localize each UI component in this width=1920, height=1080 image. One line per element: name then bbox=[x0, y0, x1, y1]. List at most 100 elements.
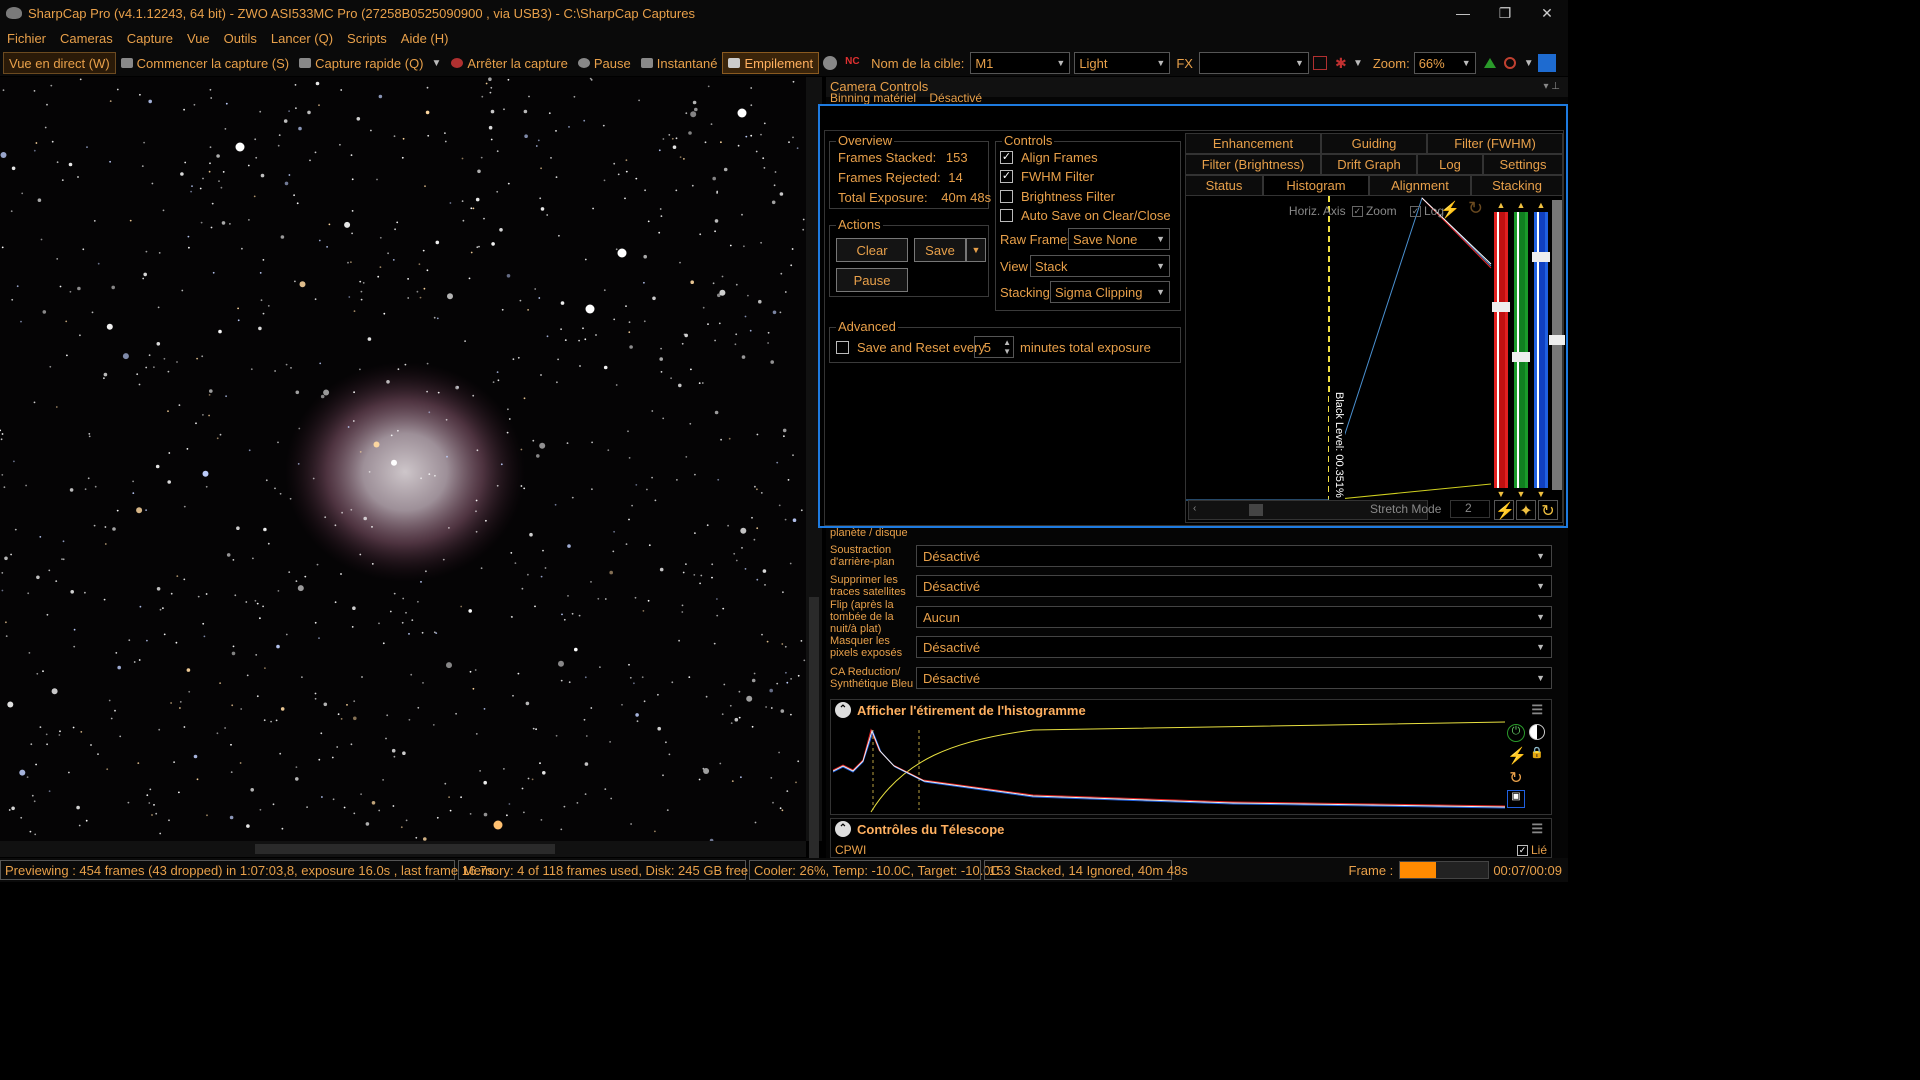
tab-log[interactable]: Log bbox=[1417, 154, 1483, 175]
start-capture-button[interactable]: Commencer la capture (S) bbox=[116, 52, 294, 74]
save-button[interactable]: Save bbox=[914, 238, 966, 262]
tab-settings[interactable]: Settings bbox=[1483, 154, 1563, 175]
maximize-icon[interactable]: ❐ bbox=[1484, 5, 1526, 22]
roi-icon[interactable] bbox=[1312, 56, 1327, 70]
lightning-icon[interactable]: ⚡ bbox=[1507, 746, 1527, 765]
blue-slider-thumb[interactable] bbox=[1532, 252, 1550, 262]
menu-cameras[interactable]: Cameras bbox=[53, 31, 120, 46]
pause-button[interactable]: Pause bbox=[573, 52, 636, 74]
lightning-icon[interactable]: ⚡ bbox=[1494, 500, 1515, 520]
telescope-controls-header[interactable]: ⌃ Contrôles du Télescope ☰ bbox=[831, 819, 1551, 839]
lock-icon[interactable]: 🔒 bbox=[1529, 746, 1545, 762]
close-icon[interactable]: ✕ bbox=[1526, 5, 1568, 22]
live-view-button[interactable]: Vue en direct (W) bbox=[3, 52, 116, 74]
telescope-link[interactable]: ✓ Lié bbox=[1514, 843, 1547, 857]
clear-button[interactable]: Clear bbox=[836, 238, 908, 262]
red-slider[interactable] bbox=[1492, 212, 1510, 488]
brightness-filter-checkbox[interactable]: Brightness Filter bbox=[1000, 189, 1115, 204]
blue-slider[interactable] bbox=[1532, 212, 1550, 488]
no-calibration-icon[interactable]: NC bbox=[845, 56, 865, 70]
collapse-icon[interactable]: ⌃ bbox=[835, 702, 851, 718]
save-dropdown-button[interactable]: ▼ bbox=[966, 238, 986, 262]
tab-enhancement[interactable]: Enhancement bbox=[1185, 133, 1321, 154]
green-slider[interactable] bbox=[1512, 212, 1530, 488]
chevron-down-icon[interactable]: ▼ bbox=[1353, 58, 1363, 69]
tab-alignment[interactable]: Alignment bbox=[1369, 175, 1471, 196]
stretch-mode-spinner[interactable]: 2 bbox=[1450, 500, 1490, 518]
focus-icon[interactable] bbox=[1503, 57, 1516, 69]
save-icon[interactable]: ▣ bbox=[1507, 790, 1525, 808]
frame-type-combo[interactable]: Light ▼ bbox=[1074, 52, 1171, 74]
pause-stack-button[interactable]: Pause bbox=[836, 268, 908, 292]
histogram-icon[interactable] bbox=[1483, 58, 1496, 68]
histogram-stretch-header[interactable]: ⌃ Afficher l'étirement de l'histogramme ☰ bbox=[831, 700, 1551, 720]
zoom-combo[interactable]: 66% ▼ bbox=[1413, 52, 1476, 74]
sparkle-icon[interactable]: ✦ bbox=[1516, 500, 1536, 520]
log-checkbox[interactable]: ✓ bbox=[1409, 206, 1421, 218]
scroll-thumb[interactable] bbox=[255, 844, 555, 854]
reset-icon[interactable]: ↻ bbox=[1507, 768, 1525, 787]
menu-capture[interactable]: Capture bbox=[120, 31, 180, 46]
stop-capture-button[interactable]: Arrêter la capture bbox=[446, 52, 572, 74]
tab-drift-graph[interactable]: Drift Graph bbox=[1321, 154, 1417, 175]
image-horizontal-scrollbar[interactable] bbox=[0, 841, 806, 857]
histogram-stretch-graph[interactable] bbox=[833, 720, 1505, 814]
green-slider-thumb[interactable] bbox=[1512, 352, 1530, 362]
menu-fichier[interactable]: Fichier bbox=[0, 31, 53, 46]
scroll-thumb[interactable] bbox=[809, 597, 819, 877]
reset-icon[interactable]: ↻ bbox=[1538, 500, 1558, 520]
arrow-down-icon[interactable]: ▼ bbox=[1492, 489, 1510, 499]
tab-filter-brightness[interactable]: Filter (Brightness) bbox=[1185, 154, 1321, 175]
collapse-icon[interactable]: ⌃ bbox=[835, 821, 851, 837]
scroll-thumb[interactable] bbox=[1249, 504, 1263, 516]
menu-vue[interactable]: Vue bbox=[180, 31, 217, 46]
target-name-combo[interactable]: M1 ▼ bbox=[970, 52, 1071, 74]
mask-pixels-select[interactable]: Désactivé ▼ bbox=[916, 636, 1552, 658]
hamburger-icon[interactable]: ☰ bbox=[1531, 702, 1543, 718]
auto-save-checkbox[interactable]: Auto Save on Clear/Close bbox=[1000, 208, 1171, 223]
tab-stacking[interactable]: Stacking bbox=[1471, 175, 1563, 196]
arrow-up-icon[interactable]: ▲ bbox=[1512, 200, 1530, 210]
tab-histogram[interactable]: Histogram bbox=[1263, 175, 1369, 196]
scroll-left-icon[interactable]: ‹ bbox=[1193, 503, 1196, 514]
arrow-down-icon[interactable]: ▼ bbox=[1512, 489, 1530, 499]
crosshair-icon[interactable]: ✱ bbox=[1335, 56, 1349, 70]
link-checkbox[interactable]: ✓ bbox=[1516, 844, 1528, 856]
chevron-down-icon[interactable]: ▼ bbox=[1524, 58, 1534, 69]
view-select[interactable]: Stack ▼ bbox=[1030, 255, 1170, 277]
reset-icon[interactable]: ↻ bbox=[1468, 198, 1483, 219]
fx-combo[interactable]: ▼ bbox=[1198, 52, 1309, 74]
menu-scripts[interactable]: Scripts bbox=[340, 31, 394, 46]
stretch-slider-thumb[interactable] bbox=[1549, 335, 1565, 345]
minimize-icon[interactable]: — bbox=[1442, 5, 1484, 21]
menu-lancer[interactable]: Lancer (Q) bbox=[264, 31, 340, 46]
chevron-down-icon[interactable]: ▼ bbox=[432, 58, 442, 69]
zoom-checkbox[interactable]: ✓ bbox=[1351, 206, 1363, 218]
image-viewer[interactable] bbox=[0, 77, 806, 841]
stacking-method-select[interactable]: Sigma Clipping ▼ bbox=[1050, 281, 1170, 303]
minutes-spinner[interactable]: 5 ▲ ▼ bbox=[974, 336, 1014, 358]
quick-capture-button[interactable]: Capture rapide (Q) ▼ bbox=[294, 52, 446, 74]
snapshot-button[interactable]: Instantané bbox=[636, 52, 723, 74]
stretch-slider[interactable] bbox=[1549, 200, 1565, 490]
arrow-up-icon[interactable]: ▲ bbox=[1492, 200, 1510, 210]
arrow-down-icon[interactable]: ▼ bbox=[1532, 489, 1550, 499]
save-reset-checkbox[interactable]: Save and Reset every bbox=[836, 340, 985, 355]
raw-frames-select[interactable]: Save None ▼ bbox=[1068, 228, 1170, 250]
contrast-icon[interactable] bbox=[1529, 724, 1545, 740]
tab-guiding[interactable]: Guiding bbox=[1321, 133, 1427, 154]
tab-status[interactable]: Status bbox=[1185, 175, 1263, 196]
menu-outils[interactable]: Outils bbox=[217, 31, 264, 46]
flip-select[interactable]: Aucun ▼ bbox=[916, 606, 1552, 628]
ca-reduction-select[interactable]: Désactivé ▼ bbox=[916, 667, 1552, 689]
pin-icon[interactable]: ▾ ⊥ bbox=[1543, 77, 1560, 97]
stacking-button[interactable]: Empilement bbox=[722, 52, 820, 74]
polar-align-icon[interactable] bbox=[1537, 54, 1556, 72]
tab-filter-fwhm[interactable]: Filter (FWHM) bbox=[1427, 133, 1563, 154]
satellite-trails-select[interactable]: Désactivé ▼ bbox=[916, 575, 1552, 597]
background-subtraction-select[interactable]: Désactivé ▼ bbox=[916, 545, 1552, 567]
align-frames-checkbox[interactable]: ✓ Align Frames bbox=[1000, 150, 1098, 165]
spinner-arrows-icon[interactable]: ▲ ▼ bbox=[1003, 338, 1011, 356]
menu-aide[interactable]: Aide (H) bbox=[394, 31, 456, 46]
hamburger-icon[interactable]: ☰ bbox=[1531, 821, 1543, 837]
